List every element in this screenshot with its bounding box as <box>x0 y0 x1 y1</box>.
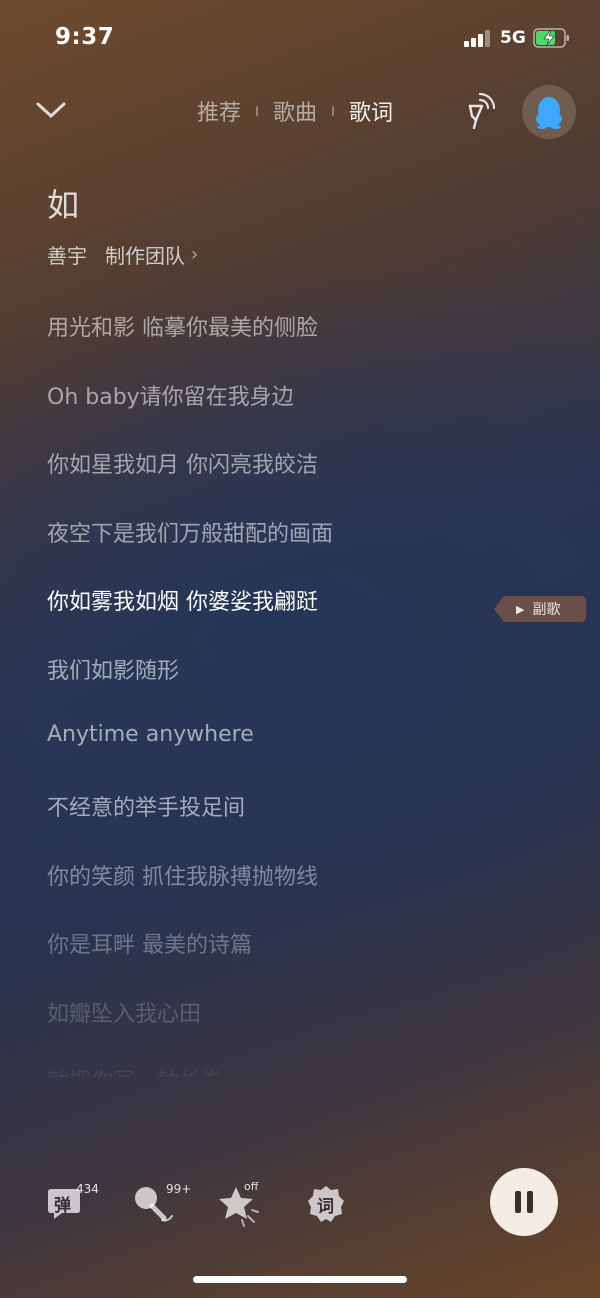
singer-link[interactable]: 善宇 <box>47 240 87 269</box>
lyric-line[interactable]: 就把你写一轴长卷 <box>47 1063 223 1077</box>
chorus-jump-button[interactable]: ▶ 副歌 <box>494 596 586 622</box>
lyric-line[interactable]: 你如星我如月 你闪亮我皎洁 <box>47 447 318 479</box>
song-title: 如 <box>47 186 80 224</box>
tab-recommend[interactable]: 推荐 <box>197 95 241 127</box>
lyric-line[interactable]: 不经意的举手投足间 <box>47 790 245 822</box>
player-header: 推荐 歌曲 歌词 <box>0 80 600 142</box>
lyric-poster-button[interactable]: 词 <box>306 1184 346 1224</box>
lyric-line[interactable]: 你是耳畔 最美的诗篇 <box>47 927 252 959</box>
tab-bar: 推荐 歌曲 歌词 <box>197 95 393 127</box>
effect-toggle-button[interactable]: off <box>216 1180 278 1228</box>
effect-state-label: off <box>244 1180 259 1193</box>
sing-count: 99+ <box>166 1182 192 1196</box>
lyric-line[interactable]: 你的笑颜 抓住我脉搏抛物线 <box>47 859 318 891</box>
sing-button[interactable]: 99+ <box>132 1182 198 1228</box>
lyric-line[interactable]: 用光和影 临摹你最美的侧脸 <box>47 310 318 342</box>
lyric-badge-label: 词 <box>317 1197 334 1217</box>
pause-button[interactable] <box>490 1168 558 1236</box>
chorus-label: 副歌 <box>532 602 561 618</box>
penguin-icon <box>536 97 562 129</box>
chevron-right-icon: › <box>191 244 199 265</box>
signal-icon <box>464 30 490 47</box>
lyric-line[interactable]: 夜空下是我们万般甜配的画面 <box>47 516 333 548</box>
home-indicator[interactable] <box>193 1276 407 1283</box>
pause-icon <box>527 1191 533 1213</box>
bottom-toolbar: 弹 434 99+ off 词 <box>0 1160 600 1250</box>
tab-song[interactable]: 歌曲 <box>273 95 317 127</box>
play-icon: ▶ <box>516 602 525 616</box>
battery-charging-icon <box>533 28 569 48</box>
chevron-down-icon[interactable] <box>32 94 70 124</box>
network-label: 5G <box>500 28 526 48</box>
song-meta: 善宇 制作团队 › <box>47 240 198 269</box>
danmu-label: 弹 <box>54 1196 71 1216</box>
lyrics-list[interactable]: 用光和影 临摹你最美的侧脸 Oh baby请你留在我身边 你如星我如月 你闪亮我皎洁… <box>0 296 600 1096</box>
lyric-line-current[interactable]: 你如雾我如烟 你婆娑我翩跹 <box>47 584 318 616</box>
production-team-link[interactable]: 制作团队 <box>105 240 185 269</box>
status-time: 9:37 <box>55 24 115 50</box>
cast-icon[interactable] <box>462 90 498 130</box>
lyric-line[interactable]: Anytime anywhere <box>47 722 254 747</box>
pause-icon <box>515 1191 521 1213</box>
lyric-line[interactable]: 如瓣坠入我心田 <box>47 996 201 1028</box>
tab-divider <box>256 106 259 116</box>
tab-divider <box>332 106 335 116</box>
avatar[interactable] <box>522 85 576 139</box>
lyric-line[interactable]: 我们如影随形 <box>47 653 179 685</box>
danmu-button[interactable]: 弹 434 <box>46 1182 106 1228</box>
status-bar: 9:37 5G <box>0 0 600 78</box>
lyric-line[interactable]: Oh baby请你留在我身边 <box>47 379 294 411</box>
danmu-count: 434 <box>76 1182 99 1196</box>
tab-lyrics[interactable]: 歌词 <box>349 95 393 127</box>
